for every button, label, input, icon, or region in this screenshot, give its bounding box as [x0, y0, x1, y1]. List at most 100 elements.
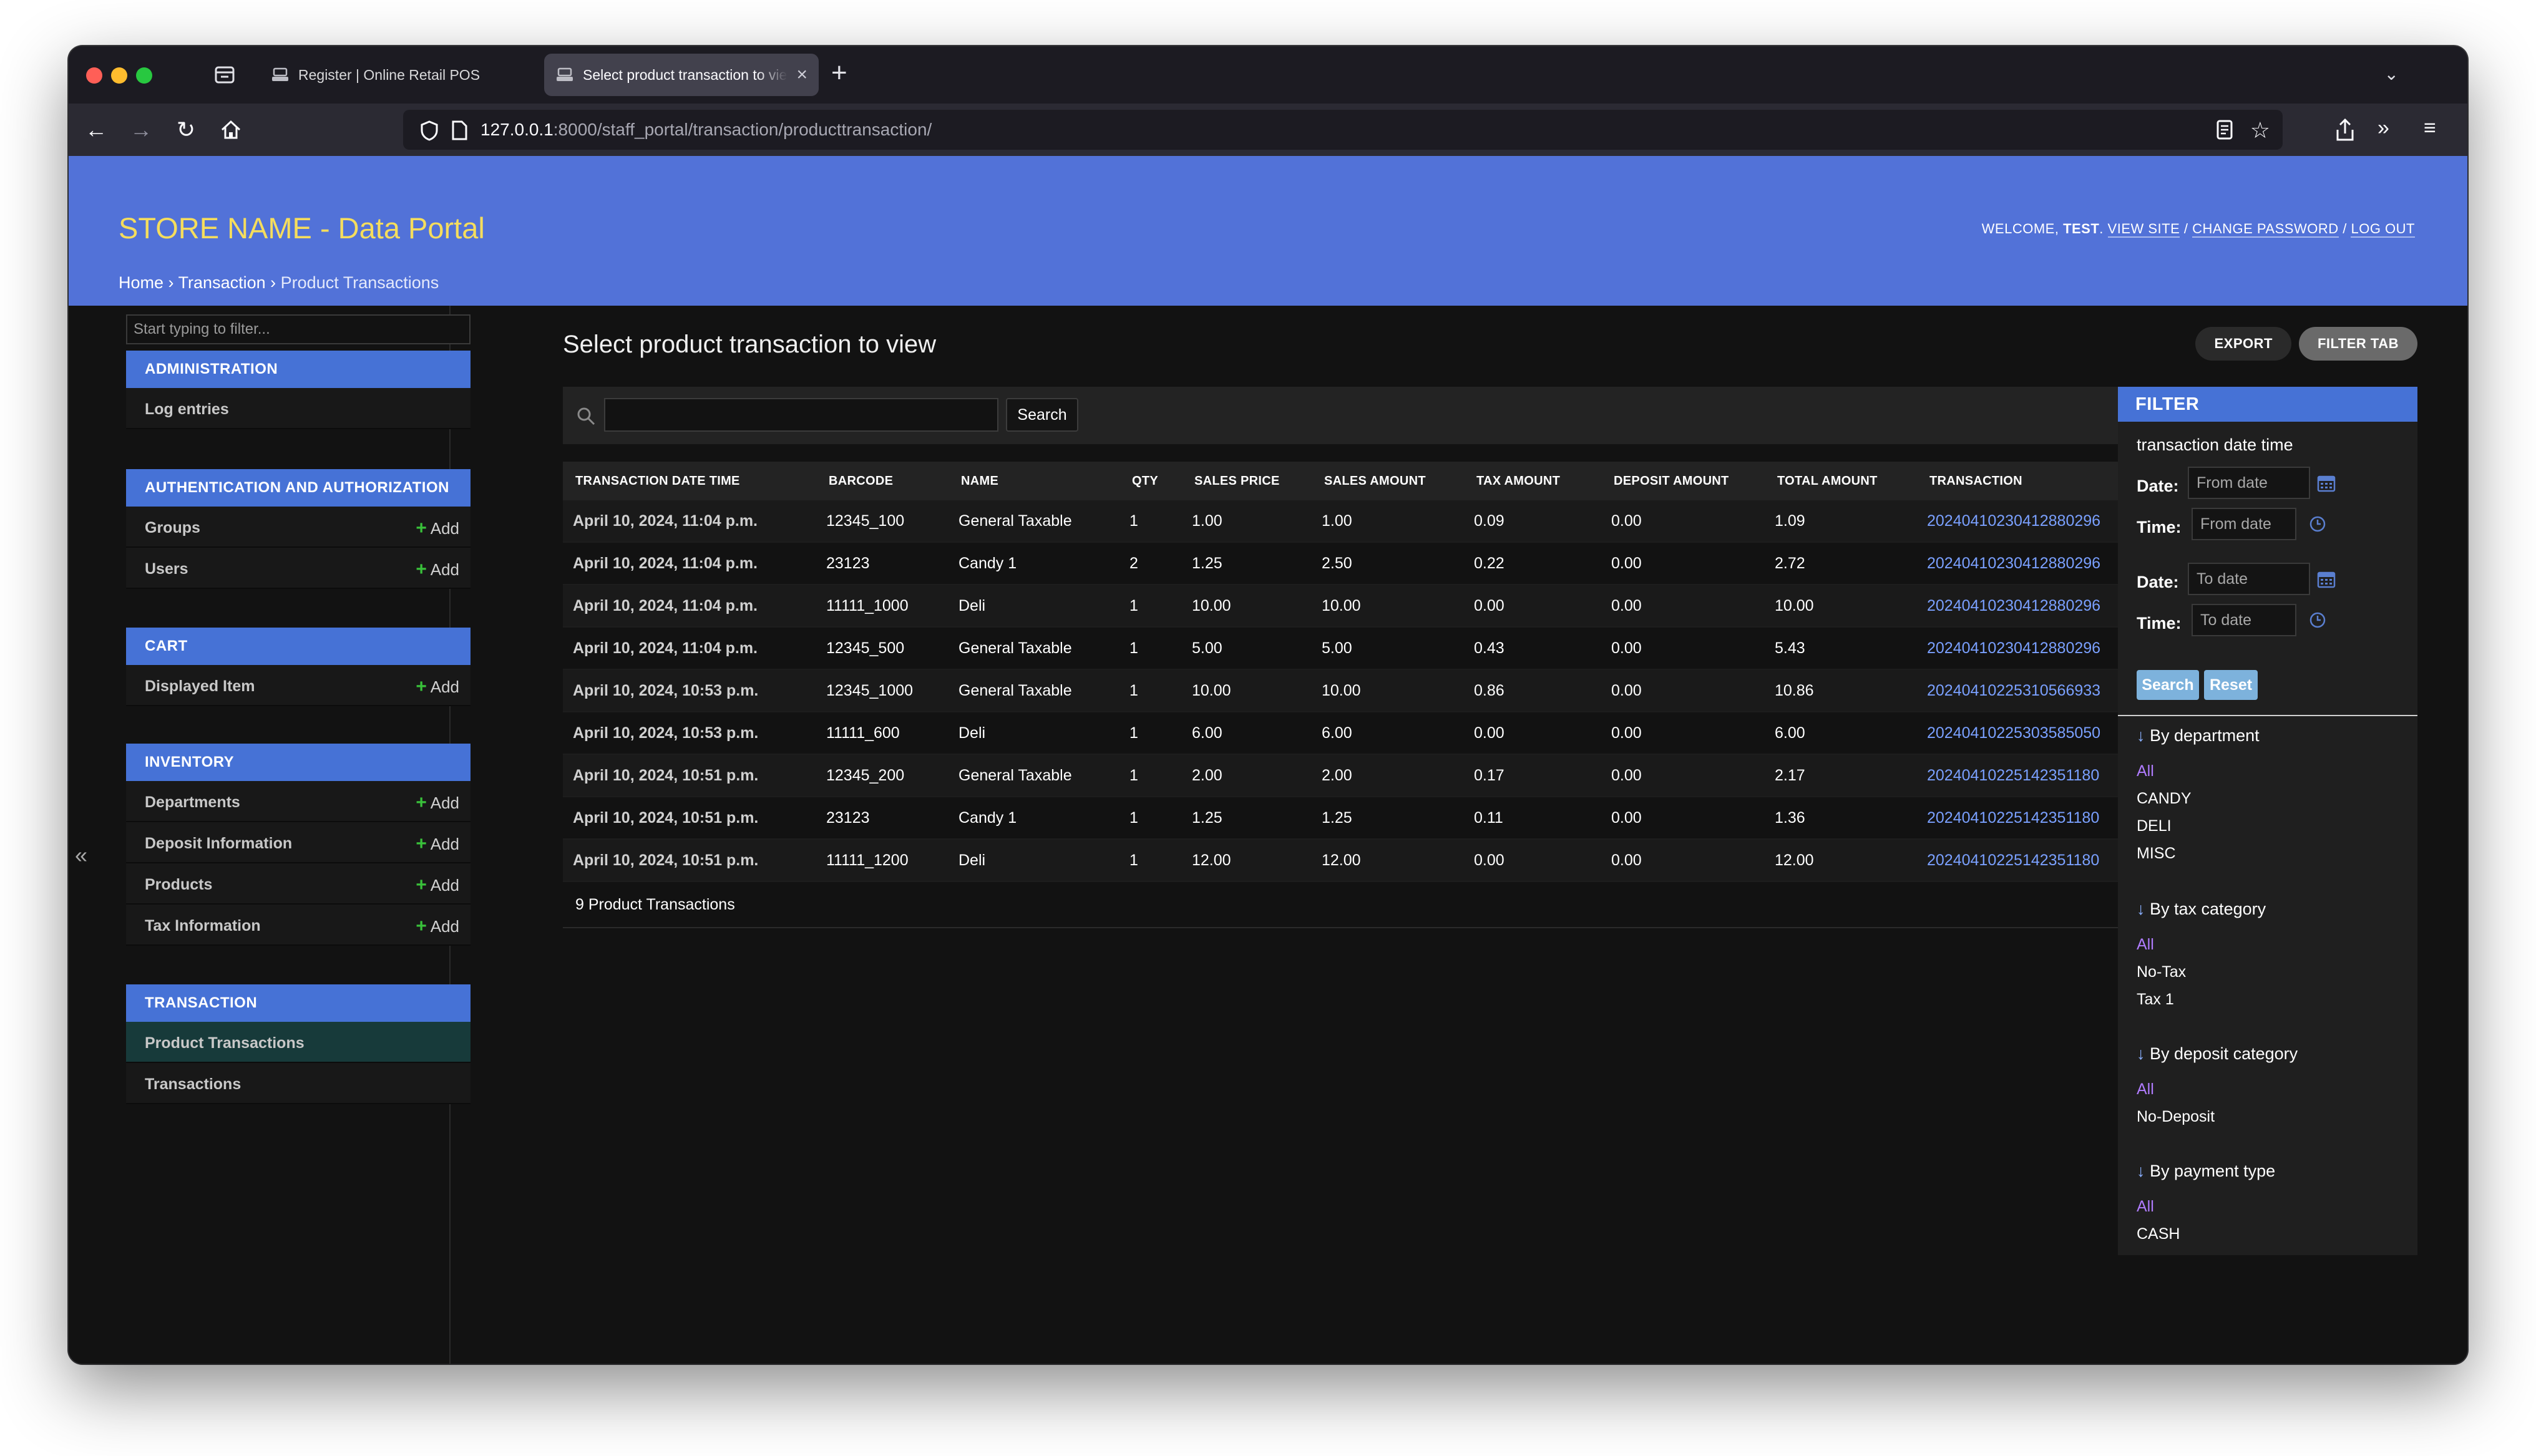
close-tab-icon[interactable]: ×: [796, 64, 807, 85]
cell-transaction-link[interactable]: 20240410230412880296: [1917, 627, 2150, 670]
cell-transaction-link[interactable]: 20240410225142351180: [1917, 754, 2150, 797]
cell-transaction-link[interactable]: 20240410225142351180: [1917, 797, 2150, 840]
app-caption[interactable]: AUTHENTICATION AND AUTHORIZATION: [126, 469, 471, 507]
cell-transaction-link[interactable]: 20240410225142351180: [1917, 839, 2150, 882]
zoom-window-button[interactable]: [136, 67, 152, 84]
view-site-link[interactable]: VIEW SITE: [2107, 221, 2180, 238]
cell-date-time[interactable]: April 10, 2024, 11:04 p.m.: [563, 585, 816, 628]
sidebar-item-tax-information[interactable]: Tax Information + Add: [126, 905, 471, 946]
sidebar-toggle[interactable]: «: [69, 306, 99, 1364]
tab-manager-icon[interactable]: [211, 61, 238, 89]
sidebar-item-products[interactable]: Products + Add: [126, 863, 471, 905]
cell-transaction-link[interactable]: 20240410225303585050: [1917, 712, 2150, 755]
filter-tab-button[interactable]: FILTER TAB: [2298, 327, 2417, 361]
app-caption[interactable]: ADMINISTRATION: [126, 351, 471, 388]
app-transaction: TRANSACTION Product Transactions Transac…: [126, 984, 471, 1104]
cell-sales-price: 1.00: [1182, 500, 1312, 543]
site-branding[interactable]: STORE NAME - Data Portal: [119, 211, 485, 245]
reload-icon[interactable]: ↻: [172, 116, 200, 143]
filter-option[interactable]: CANDY: [2137, 790, 2192, 808]
shield-icon[interactable]: [419, 120, 439, 141]
cell-date-time[interactable]: April 10, 2024, 10:51 p.m.: [563, 797, 816, 840]
filter-option[interactable]: Tax 1: [2137, 991, 2174, 1009]
cell-total-amount: 2.72: [1765, 542, 1917, 585]
chevron-down-icon[interactable]: ⌄: [2384, 64, 2399, 84]
filter-option[interactable]: All: [2137, 936, 2154, 954]
page-info-icon[interactable]: [451, 120, 468, 141]
app-caption[interactable]: CART: [126, 628, 471, 665]
column-header[interactable]: DEPOSIT AMOUNT: [1601, 462, 1765, 500]
sidebar-item-deposit-information[interactable]: Deposit Information + Add: [126, 822, 471, 863]
column-header[interactable]: BARCODE: [816, 462, 949, 500]
sidebar-item-groups[interactable]: Groups + Add: [126, 507, 471, 548]
bookmark-star-icon[interactable]: ☆: [2250, 117, 2270, 143]
column-header[interactable]: TRANSACTION DATE TIME: [563, 462, 816, 500]
sidebar-item-displayed-item[interactable]: Displayed Item + Add: [126, 665, 471, 706]
column-header[interactable]: TAX AMOUNT: [1464, 462, 1601, 500]
cell-date-time[interactable]: April 10, 2024, 11:04 p.m.: [563, 542, 816, 585]
filter-option[interactable]: CASH: [2137, 1225, 2180, 1243]
minimize-window-button[interactable]: [111, 67, 127, 84]
cell-date-time[interactable]: April 10, 2024, 11:04 p.m.: [563, 500, 816, 543]
cell-date-time[interactable]: April 10, 2024, 10:51 p.m.: [563, 839, 816, 882]
search-input[interactable]: [604, 398, 998, 432]
from-time-input[interactable]: From date: [2192, 508, 2296, 540]
filter-option[interactable]: No-Deposit: [2137, 1108, 2215, 1126]
home-icon[interactable]: [217, 116, 245, 143]
cell-transaction-link[interactable]: 20240410225310566933: [1917, 669, 2150, 712]
column-header[interactable]: SALES PRICE: [1182, 462, 1312, 500]
calendar-icon[interactable]: [2316, 473, 2336, 493]
clock-icon[interactable]: [2309, 611, 2326, 629]
export-button[interactable]: EXPORT: [2195, 327, 2291, 361]
cell-date-time[interactable]: April 10, 2024, 11:04 p.m.: [563, 627, 816, 670]
clock-icon[interactable]: [2309, 515, 2326, 533]
change-password-link[interactable]: CHANGE PASSWORD: [2192, 221, 2339, 238]
sidebar-item-log-entries[interactable]: Log entries: [126, 388, 471, 429]
log-out-link[interactable]: LOG OUT: [2351, 221, 2415, 238]
filter-option[interactable]: No-Tax: [2137, 963, 2186, 981]
breadcrumb-transaction[interactable]: Transaction: [178, 273, 266, 292]
reader-view-icon[interactable]: [2215, 119, 2234, 141]
search-button[interactable]: Search: [1006, 398, 1078, 432]
overflow-chevron-icon[interactable]: »: [2378, 116, 2389, 140]
tab-active[interactable]: Select product transaction to view ×: [544, 54, 819, 96]
share-icon[interactable]: [2334, 116, 2356, 143]
filter-reset-button[interactable]: Reset: [2204, 670, 2258, 700]
app-caption[interactable]: INVENTORY: [126, 744, 471, 781]
calendar-icon[interactable]: [2316, 569, 2336, 589]
filter-option[interactable]: All: [2137, 1198, 2154, 1216]
new-tab-icon[interactable]: +: [831, 57, 847, 89]
app-caption[interactable]: TRANSACTION: [126, 984, 471, 1022]
column-header[interactable]: QTY: [1119, 462, 1182, 500]
menu-icon[interactable]: ≡: [2424, 116, 2436, 140]
sidebar-item-users[interactable]: Users + Add: [126, 548, 471, 589]
sidebar-item-departments[interactable]: Departments + Add: [126, 781, 471, 822]
filter-search-button[interactable]: Search: [2137, 670, 2199, 700]
url-bar[interactable]: 127.0.0.1:8000/staff_portal/transaction/…: [403, 110, 2283, 150]
from-date-input[interactable]: From date: [2188, 467, 2310, 499]
cell-date-time[interactable]: April 10, 2024, 10:53 p.m.: [563, 712, 816, 755]
column-header[interactable]: TRANSACTION: [1917, 462, 2150, 500]
filter-option[interactable]: MISC: [2137, 845, 2176, 863]
forward-arrow-icon[interactable]: →: [127, 116, 155, 143]
cell-transaction-link[interactable]: 20240410230412880296: [1917, 500, 2150, 543]
cell-date-time[interactable]: April 10, 2024, 10:51 p.m.: [563, 754, 816, 797]
cell-transaction-link[interactable]: 20240410230412880296: [1917, 542, 2150, 585]
to-time-input[interactable]: To date: [2192, 604, 2296, 636]
filter-option[interactable]: All: [2137, 762, 2154, 780]
filter-option[interactable]: DELI: [2137, 817, 2172, 835]
to-date-input[interactable]: To date: [2188, 563, 2310, 595]
column-header[interactable]: TOTAL AMOUNT: [1765, 462, 1917, 500]
breadcrumb-home[interactable]: Home: [119, 273, 163, 292]
filter-option[interactable]: All: [2137, 1080, 2154, 1099]
column-header[interactable]: SALES AMOUNT: [1312, 462, 1464, 500]
sidebar-item-transactions[interactable]: Transactions: [126, 1063, 471, 1104]
close-window-button[interactable]: [86, 67, 102, 84]
cell-transaction-link[interactable]: 20240410230412880296: [1917, 585, 2150, 628]
cell-date-time[interactable]: April 10, 2024, 10:53 p.m.: [563, 669, 816, 712]
sidebar-item-product-transactions[interactable]: Product Transactions: [126, 1022, 471, 1063]
column-header[interactable]: NAME: [949, 462, 1119, 500]
back-arrow-icon[interactable]: ←: [82, 116, 110, 143]
cell-total-amount: 6.00: [1765, 712, 1917, 755]
nav-filter-input[interactable]: Start typing to filter...: [126, 314, 471, 344]
